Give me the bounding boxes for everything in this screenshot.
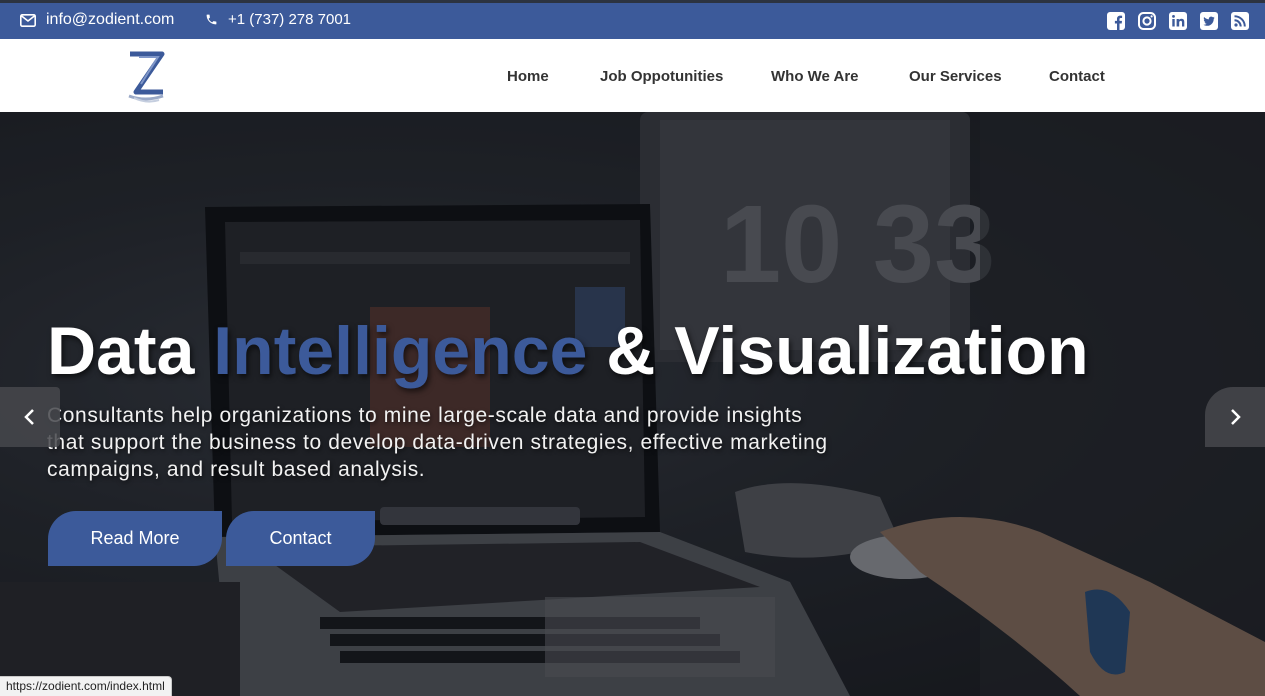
- main-navbar: Home Job Oppotunities Who We Are Our Ser…: [0, 39, 1265, 112]
- slider-prev-button[interactable]: [0, 387, 60, 447]
- nav-who-we-are[interactable]: Who We Are: [771, 68, 859, 85]
- envelope-icon: [20, 13, 36, 27]
- browser-status-url: https://zodient.com/index.html: [0, 676, 172, 696]
- phone-text: +1 (737) 278 7001: [228, 11, 352, 28]
- chevron-left-icon: [24, 409, 34, 425]
- twitter-icon[interactable]: [1199, 11, 1219, 31]
- nav-home[interactable]: Home: [507, 68, 549, 85]
- headline-part-2: & Visualization: [587, 313, 1089, 389]
- linkedin-icon[interactable]: [1168, 11, 1188, 31]
- email-link[interactable]: info@zodient.com: [20, 11, 174, 29]
- instagram-icon[interactable]: [1137, 11, 1157, 31]
- social-links: [1106, 11, 1250, 31]
- nav-job-opportunities[interactable]: Job Oppotunities: [600, 68, 723, 85]
- nav-contact[interactable]: Contact: [1049, 68, 1105, 85]
- nav-our-services[interactable]: Our Services: [909, 68, 1002, 85]
- slider-next-button[interactable]: [1205, 387, 1265, 447]
- read-more-button[interactable]: Read More: [48, 511, 222, 566]
- phone-link[interactable]: +1 (737) 278 7001: [205, 11, 351, 28]
- hero-description: Consultants help organizations to mine l…: [47, 404, 828, 481]
- chevron-right-icon: [1231, 409, 1241, 425]
- headline-accent: Intelligence: [213, 313, 588, 389]
- rss-icon[interactable]: [1230, 11, 1250, 31]
- hero-headline: Data Intelligence & Visualization: [47, 312, 1089, 390]
- hero-slider: 10 33 Data Intelligence & Visualization …: [0, 112, 1265, 696]
- facebook-icon[interactable]: [1106, 11, 1126, 31]
- phone-icon: [206, 14, 217, 25]
- nav-menu: Home Job Oppotunities Who We Are Our Ser…: [0, 68, 1265, 88]
- contact-button[interactable]: Contact: [226, 511, 375, 566]
- headline-part-1: Data: [47, 313, 214, 389]
- email-text: info@zodient.com: [46, 11, 175, 28]
- top-contact-bar: info@zodient.com +1 (737) 278 7001: [0, 0, 1265, 39]
